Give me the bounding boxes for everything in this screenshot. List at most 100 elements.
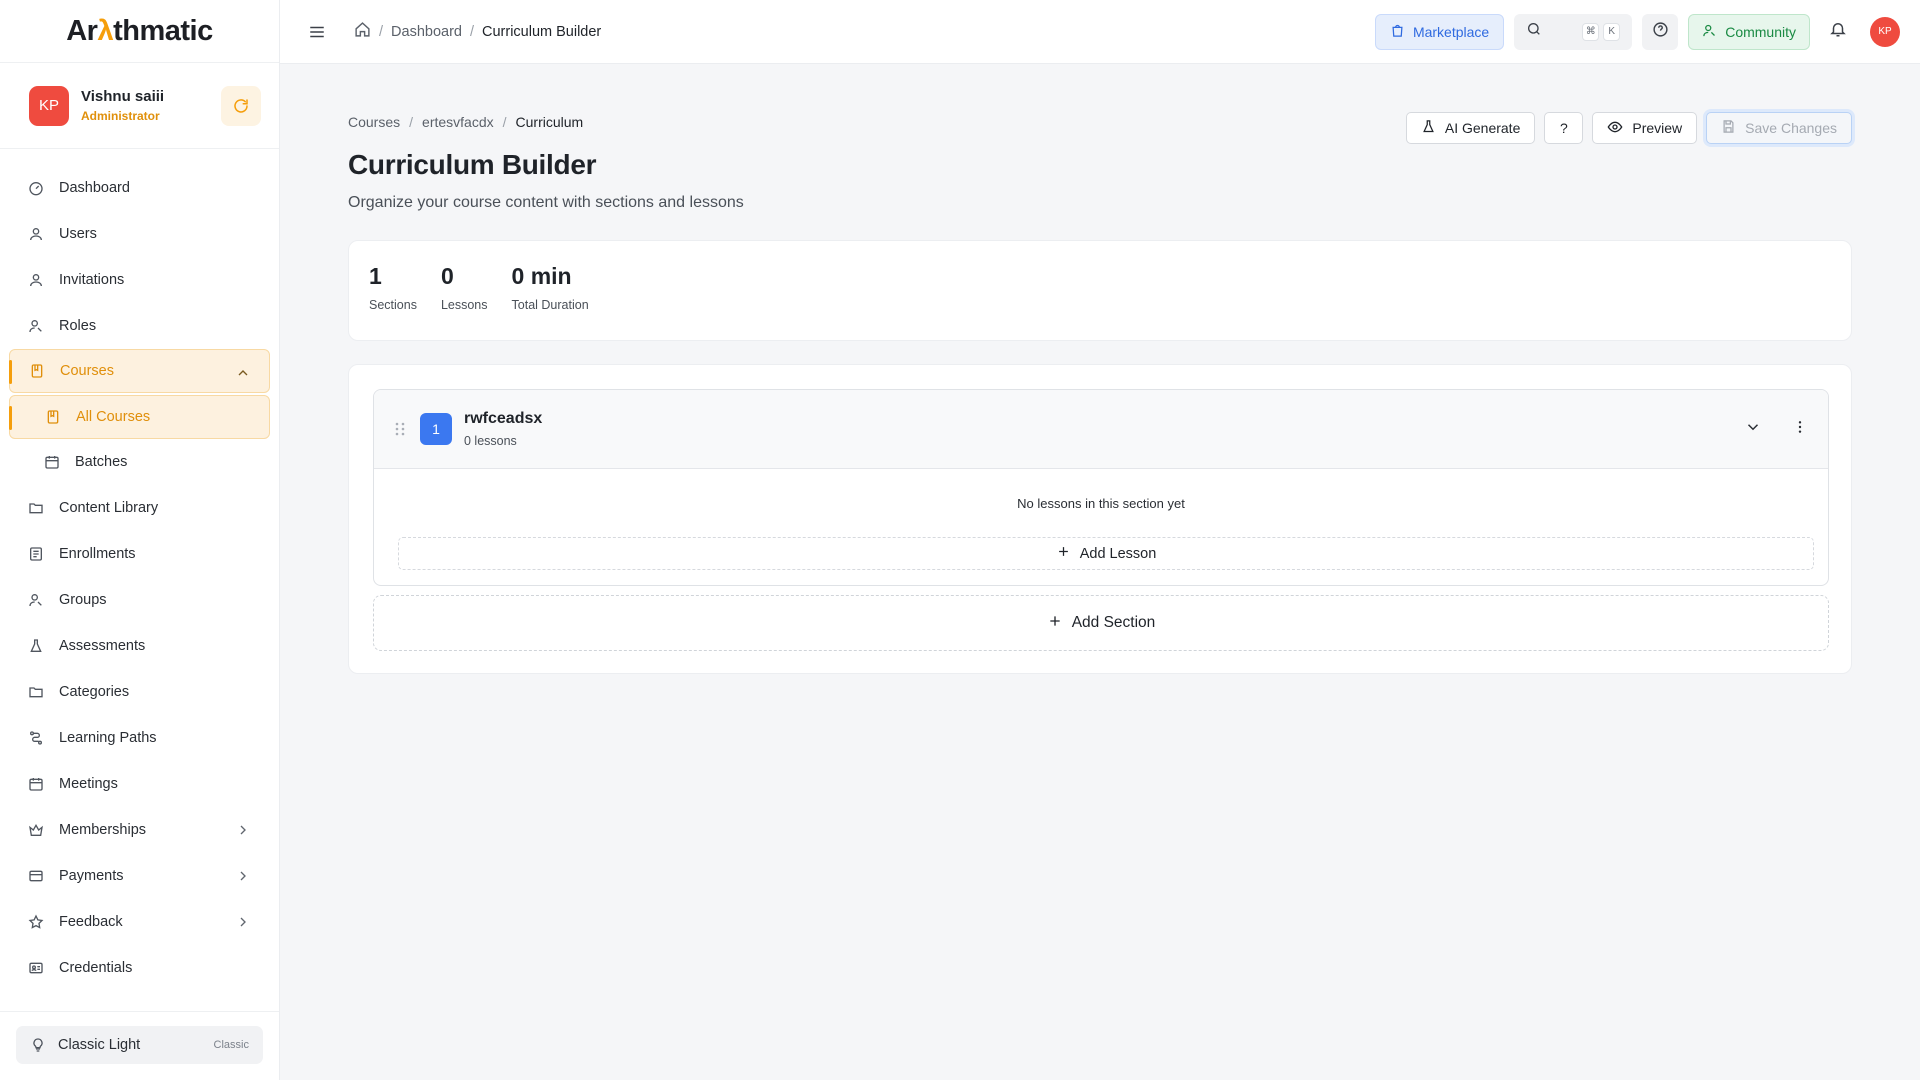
section-header[interactable]: 1 rwfceadsx 0 lessons — [374, 390, 1828, 469]
sidebar-item-label: Categories — [59, 684, 130, 700]
ai-generate-button[interactable]: AI Generate — [1405, 112, 1536, 144]
stat-label: Lessons — [440, 298, 488, 312]
breadcrumb-current: Curriculum — [515, 114, 584, 130]
app-logo[interactable]: Ar λ thmatic — [0, 0, 279, 63]
chevron-right-icon — [235, 914, 251, 934]
logo-text-suffix: thmatic — [113, 14, 213, 47]
sidebar-item-label: Meetings — [59, 776, 118, 792]
empty-lessons-text: No lessons in this section yet — [1017, 496, 1185, 511]
add-lesson-button[interactable]: Add Lesson — [398, 537, 1814, 570]
book-icon — [29, 363, 45, 379]
logo-text-prefix: Ar — [66, 14, 98, 47]
dashboard-icon — [28, 180, 44, 196]
sidebar-item-categories[interactable]: Categories — [0, 669, 279, 715]
user-icon — [28, 226, 44, 242]
add-lesson-label: Add Lesson — [1079, 545, 1157, 562]
star-icon — [28, 914, 44, 930]
user-role: Administrator — [81, 109, 160, 123]
community-label: Community — [1725, 23, 1796, 40]
theme-label: Classic Light — [58, 1037, 141, 1053]
breadcrumb-course[interactable]: ertesvfacdx — [422, 114, 494, 130]
sidebar-item-payments[interactable]: Payments — [0, 853, 279, 899]
topbar: / Dashboard / Curriculum Builder Marketp… — [280, 0, 1920, 64]
breadcrumb-dashboard[interactable]: Dashboard — [391, 24, 462, 40]
section-title[interactable]: rwfceadsx — [464, 410, 542, 428]
add-section-label: Add Section — [1071, 614, 1156, 631]
flask-icon — [1421, 119, 1436, 137]
sidebar-item-feedback[interactable]: Feedback — [0, 899, 279, 945]
section-number: 1 — [420, 413, 452, 445]
stat-sections: 1 Sections — [369, 263, 417, 318]
users-icon — [1702, 23, 1717, 41]
sidebar-item-label: Roles — [59, 318, 97, 334]
sidebar-item-users[interactable]: Users — [0, 211, 279, 257]
help-button[interactable]: ? — [1544, 112, 1584, 144]
search-button[interactable]: ⌘ K — [1514, 13, 1633, 50]
sidebar-item-label: Assessments — [59, 638, 146, 654]
plus-icon — [1047, 613, 1063, 634]
shortcut-key: ⌘ — [1582, 22, 1600, 41]
stat-duration: 0 min Total Duration — [512, 263, 589, 318]
sidebar-item-dashboard[interactable]: Dashboard — [0, 165, 279, 211]
page-breadcrumb: Courses / ertesvfacdx / Curriculum — [348, 114, 583, 130]
chevron-up-icon — [235, 365, 251, 385]
stats-card: 1 Sections 0 Lessons 0 min Total Duratio… — [348, 240, 1852, 341]
sidebar-item-batches[interactable]: Batches — [0, 439, 279, 485]
breadcrumb-separator: / — [409, 114, 414, 130]
sidebar-item-learning-paths[interactable]: Learning Paths — [0, 715, 279, 761]
save-changes-button[interactable]: Save Changes — [1706, 112, 1852, 144]
breadcrumb-current: Curriculum Builder — [482, 23, 602, 40]
sidebar-item-label: Batches — [75, 454, 128, 470]
crown-icon — [28, 822, 44, 838]
sidebar-item-all-courses[interactable]: All Courses — [9, 395, 270, 439]
sidebar-item-label: Groups — [59, 592, 107, 608]
lightbulb-icon — [30, 1037, 46, 1053]
community-button[interactable]: Community — [1688, 13, 1810, 50]
page-title: Curriculum Builder — [348, 149, 597, 180]
folder-icon — [28, 684, 44, 700]
sidebar-item-groups[interactable]: Groups — [0, 577, 279, 623]
sidebar-item-assessments[interactable]: Assessments — [0, 623, 279, 669]
sidebar-item-label: Enrollments — [59, 546, 136, 562]
sidebar-item-meetings[interactable]: Meetings — [0, 761, 279, 807]
refresh-button[interactable] — [221, 85, 261, 126]
sidebar-item-enrollments[interactable]: Enrollments — [0, 531, 279, 577]
eye-icon — [1607, 119, 1623, 138]
sidebar-item-roles[interactable]: Roles — [0, 303, 279, 349]
sidebar-item-invitations[interactable]: Invitations — [0, 257, 279, 303]
theme-switcher[interactable]: Classic Light Classic — [16, 1026, 263, 1064]
user-profile: KP Vishnu saiii Administrator — [0, 63, 279, 149]
chevron-down-icon[interactable] — [1744, 418, 1762, 441]
search-icon — [1526, 21, 1542, 42]
ai-generate-label: AI Generate — [1444, 120, 1521, 136]
drag-handle-icon[interactable] — [394, 422, 406, 436]
sidebar-item-label: All Courses — [76, 409, 151, 425]
notifications-button[interactable] — [1820, 14, 1856, 50]
add-section-button[interactable]: Add Section — [373, 595, 1829, 651]
sidebar-item-label: Dashboard — [59, 180, 130, 196]
home-icon[interactable] — [354, 21, 371, 42]
avatar[interactable]: KP — [1870, 16, 1900, 47]
breadcrumb-courses[interactable]: Courses — [348, 114, 400, 130]
section-lesson-count: 0 lessons — [464, 434, 517, 448]
menu-icon[interactable] — [308, 23, 326, 41]
sidebar-item-content-library[interactable]: Content Library — [0, 485, 279, 531]
shortcut-key: K — [1603, 22, 1621, 41]
avatar[interactable]: KP — [29, 85, 69, 126]
sidebar-item-credentials[interactable]: Credentials — [0, 945, 279, 991]
sidebar: Ar λ thmatic KP Vishnu saiii Administrator… — [0, 0, 280, 1080]
sidebar-item-courses[interactable]: Courses — [9, 349, 270, 393]
sidebar-item-label: Learning Paths — [59, 730, 157, 746]
marketplace-button[interactable]: Marketplace — [1374, 13, 1505, 50]
preview-button[interactable]: Preview — [1592, 112, 1698, 144]
more-vertical-icon[interactable] — [1792, 419, 1808, 440]
sidebar-item-memberships[interactable]: Memberships — [0, 807, 279, 853]
sidebar-item-label: Feedback — [59, 914, 123, 930]
help-circle-icon — [1652, 21, 1669, 43]
plus-icon — [1056, 544, 1071, 563]
users-icon — [28, 592, 44, 608]
help-button[interactable] — [1642, 13, 1679, 50]
refresh-icon — [234, 98, 248, 113]
sidebar-item-label: Users — [59, 226, 97, 242]
breadcrumb-separator: / — [379, 23, 384, 40]
